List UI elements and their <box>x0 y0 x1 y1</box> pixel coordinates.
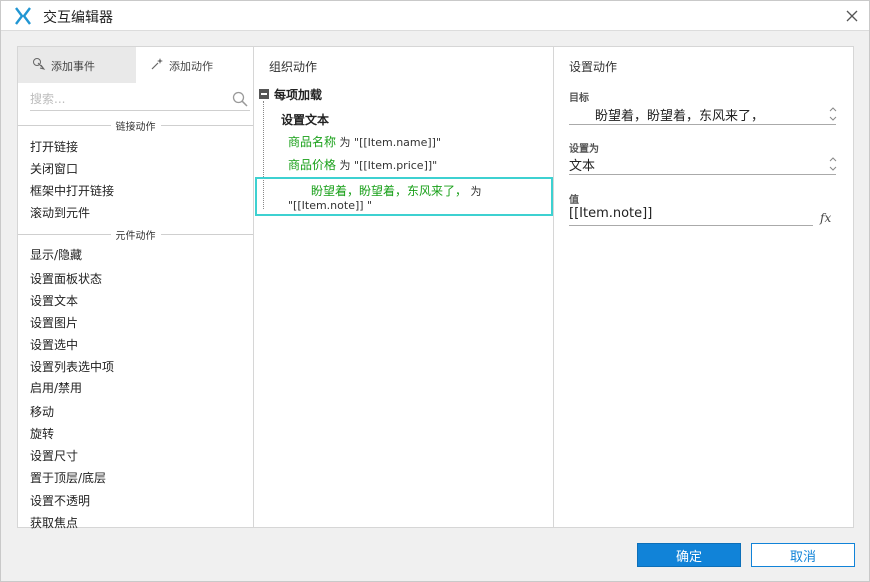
library-tabs: 添加事件 添加动作 <box>18 47 254 83</box>
action-close-window[interactable]: 关闭窗口 <box>30 160 78 177</box>
chevron-updown-icon <box>829 157 837 171</box>
action-set-panel-state[interactable]: 设置面板状态 <box>30 270 102 287</box>
action-enable-disable[interactable]: 启用/禁用 <box>30 379 82 396</box>
action-library-panel: 添加事件 添加动作 链接动作 打开链接 关闭窗口 框架中打开链接 滚动到 <box>17 46 254 531</box>
action-set-list-selected[interactable]: 设置列表选中项 <box>30 358 114 375</box>
ok-button[interactable]: 确定 <box>637 543 741 567</box>
app-logo-icon <box>15 7 31 25</box>
interaction-editor-window: 交互编辑器 添加事件 添加动作 搜索... 链接动作 打开链接 关闭窗口 框架中… <box>0 0 870 582</box>
event-node[interactable]: 每项加载 <box>274 86 322 103</box>
section-widget-actions: 元件动作 <box>18 227 253 242</box>
target-select[interactable]: 盼望着，盼望着，东风来了， <box>569 103 837 125</box>
tab-add-event-label: 添加事件 <box>51 60 95 73</box>
action-focus[interactable]: 获取焦点 <box>30 514 78 531</box>
row-word: 为 <box>470 185 482 198</box>
action-set-selected[interactable]: 设置选中 <box>30 336 78 353</box>
tab-add-event[interactable]: 添加事件 <box>18 47 136 83</box>
row-value: "[[Item.note]] " <box>288 199 373 212</box>
window-title: 交互编辑器 <box>43 10 113 26</box>
tab-add-action-label: 添加动作 <box>169 60 213 73</box>
collapse-toggle-icon[interactable] <box>259 89 269 99</box>
function-icon[interactable]: fx <box>820 211 831 225</box>
value-input-text: [[Item.note]] <box>569 206 653 221</box>
close-icon[interactable] <box>843 7 861 25</box>
title-bar: 交互编辑器 <box>1 1 869 31</box>
organize-actions-panel: 组织动作 每项加载 设置文本 商品名称 为 "[[Item.name]]" 商品… <box>253 46 554 528</box>
row-target: 盼望着，盼望着，东风来了， <box>311 184 468 198</box>
row-value: "[[Item.name]]" <box>354 136 442 149</box>
action-show-hide[interactable]: 显示/隐藏 <box>30 246 82 263</box>
action-set-image[interactable]: 设置图片 <box>30 314 78 331</box>
target-label: 目标 <box>569 93 589 104</box>
target-select-value: 盼望着，盼望着，东风来了， <box>595 109 765 124</box>
value-input[interactable]: [[Item.note]] <box>569 204 813 226</box>
setas-select-value: 文本 <box>569 159 596 174</box>
action-move[interactable]: 移动 <box>30 403 54 420</box>
action-scroll-to-widget[interactable]: 滚动到元件 <box>30 204 90 221</box>
setas-select[interactable]: 文本 <box>569 153 837 175</box>
section-link-actions: 链接动作 <box>18 118 253 133</box>
action-rotate[interactable]: 旋转 <box>30 425 54 442</box>
search-input[interactable] <box>30 89 225 109</box>
row-target: 商品名称 <box>288 135 337 149</box>
section-link-actions-label: 链接动作 <box>110 122 161 133</box>
section-widget-actions-label: 元件动作 <box>110 231 161 242</box>
set-text-row[interactable]: 商品名称 为 "[[Item.name]]" <box>288 133 441 150</box>
search-icon[interactable] <box>232 91 248 107</box>
chevron-updown-icon <box>829 107 837 121</box>
organize-actions-title: 组织动作 <box>269 60 318 74</box>
row-value: "[[Item.price]]" <box>354 159 438 172</box>
search-box <box>30 89 250 111</box>
row-target: 商品价格 <box>288 158 337 172</box>
row-word: 为 <box>339 136 351 149</box>
action-node[interactable]: 设置文本 <box>281 111 329 128</box>
add-event-icon <box>33 58 46 70</box>
action-bring-front-back[interactable]: 置于顶层/底层 <box>30 469 106 486</box>
row-word: 为 <box>339 159 351 172</box>
tab-add-action[interactable]: 添加动作 <box>136 47 254 83</box>
configure-action-title: 设置动作 <box>569 60 618 74</box>
add-action-icon <box>151 58 163 70</box>
action-set-size[interactable]: 设置尺寸 <box>30 447 78 464</box>
action-open-link[interactable]: 打开链接 <box>30 138 78 155</box>
set-text-row[interactable]: 商品价格 为 "[[Item.price]]" <box>288 156 437 173</box>
set-text-row-selected[interactable]: 盼望着，盼望着，东风来了， 为 "[[Item.note]] " <box>255 177 553 216</box>
configure-action-panel: 设置动作 目标 盼望着，盼望着，东风来了， 设置为 文本 值 [[Item.no… <box>553 46 854 528</box>
action-set-text[interactable]: 设置文本 <box>30 292 78 309</box>
action-open-link-in-frame[interactable]: 框架中打开链接 <box>30 182 114 199</box>
cancel-button[interactable]: 取消 <box>751 543 855 567</box>
action-set-opacity[interactable]: 设置不透明 <box>30 492 90 509</box>
